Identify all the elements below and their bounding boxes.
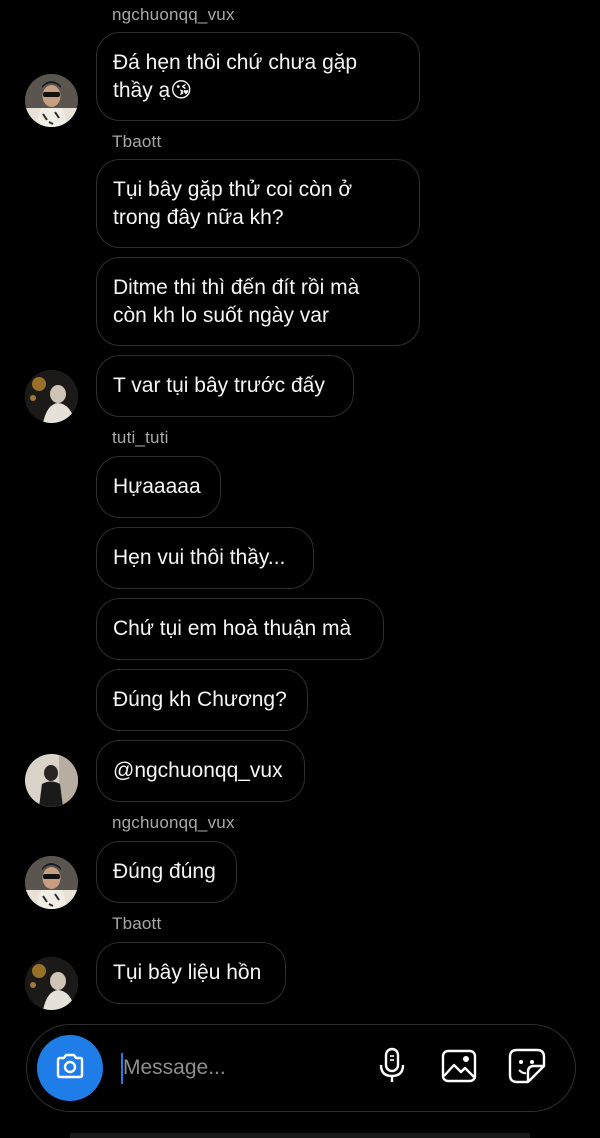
message-bubble[interactable]: Đúng kh Chương?: [96, 669, 308, 731]
sender-name: Tbaott: [112, 132, 162, 151]
sender-name: ngchuonqq_vux: [112, 813, 235, 832]
gallery-button[interactable]: [438, 1047, 480, 1089]
sticker-icon: [508, 1048, 546, 1089]
navigation-bar: [70, 1133, 530, 1138]
camera-icon: [55, 1053, 85, 1084]
message-bubble[interactable]: Hẹn vui thôi thầy...: [96, 527, 314, 589]
message-bubble[interactable]: @ngchuonqq_vux: [96, 740, 305, 802]
message-bubble[interactable]: T var tụi bây trước đấy: [96, 355, 354, 417]
sticker-button[interactable]: [506, 1047, 548, 1089]
message-bubble[interactable]: Tụi bây liệu hồn: [96, 942, 286, 1004]
message-bubble[interactable]: Chứ tụi em hoà thuận mà: [96, 598, 384, 660]
chat-thread: ngchuonqq_vux Đá hẹn thôi chứ chưa gặp t…: [0, 0, 600, 1020]
message-bubble[interactable]: Tụi bây gặp thử coi còn ở trong đây nữa …: [96, 159, 420, 248]
gallery-icon: [441, 1049, 477, 1088]
sender-name: ngchuonqq_vux: [112, 5, 235, 24]
message-bubble[interactable]: Hựaaaaa: [96, 456, 221, 518]
avatar-ngchuonqq-vux[interactable]: [25, 74, 78, 127]
sender-name: Tbaott: [112, 914, 162, 933]
message-bubble[interactable]: Đá hẹn thôi chứ chưa gặp thầy ạ😘: [96, 32, 420, 121]
message-bubble[interactable]: Đúng đúng: [96, 841, 237, 903]
message-bubble[interactable]: Ditme thi thì đến đít rồi mà còn kh lo s…: [96, 257, 420, 346]
message-input[interactable]: [123, 1047, 363, 1089]
avatar-ngchuonqq-vux[interactable]: [25, 856, 78, 909]
avatar-tbaott[interactable]: [25, 957, 78, 1010]
voice-button[interactable]: [371, 1047, 413, 1089]
message-composer: [26, 1024, 576, 1112]
sender-name: tuti_tuti: [112, 428, 169, 447]
camera-button[interactable]: [37, 1035, 103, 1101]
avatar-tbaott[interactable]: [25, 370, 78, 423]
microphone-icon: [377, 1047, 407, 1090]
avatar-tuti-tuti[interactable]: [25, 754, 78, 807]
